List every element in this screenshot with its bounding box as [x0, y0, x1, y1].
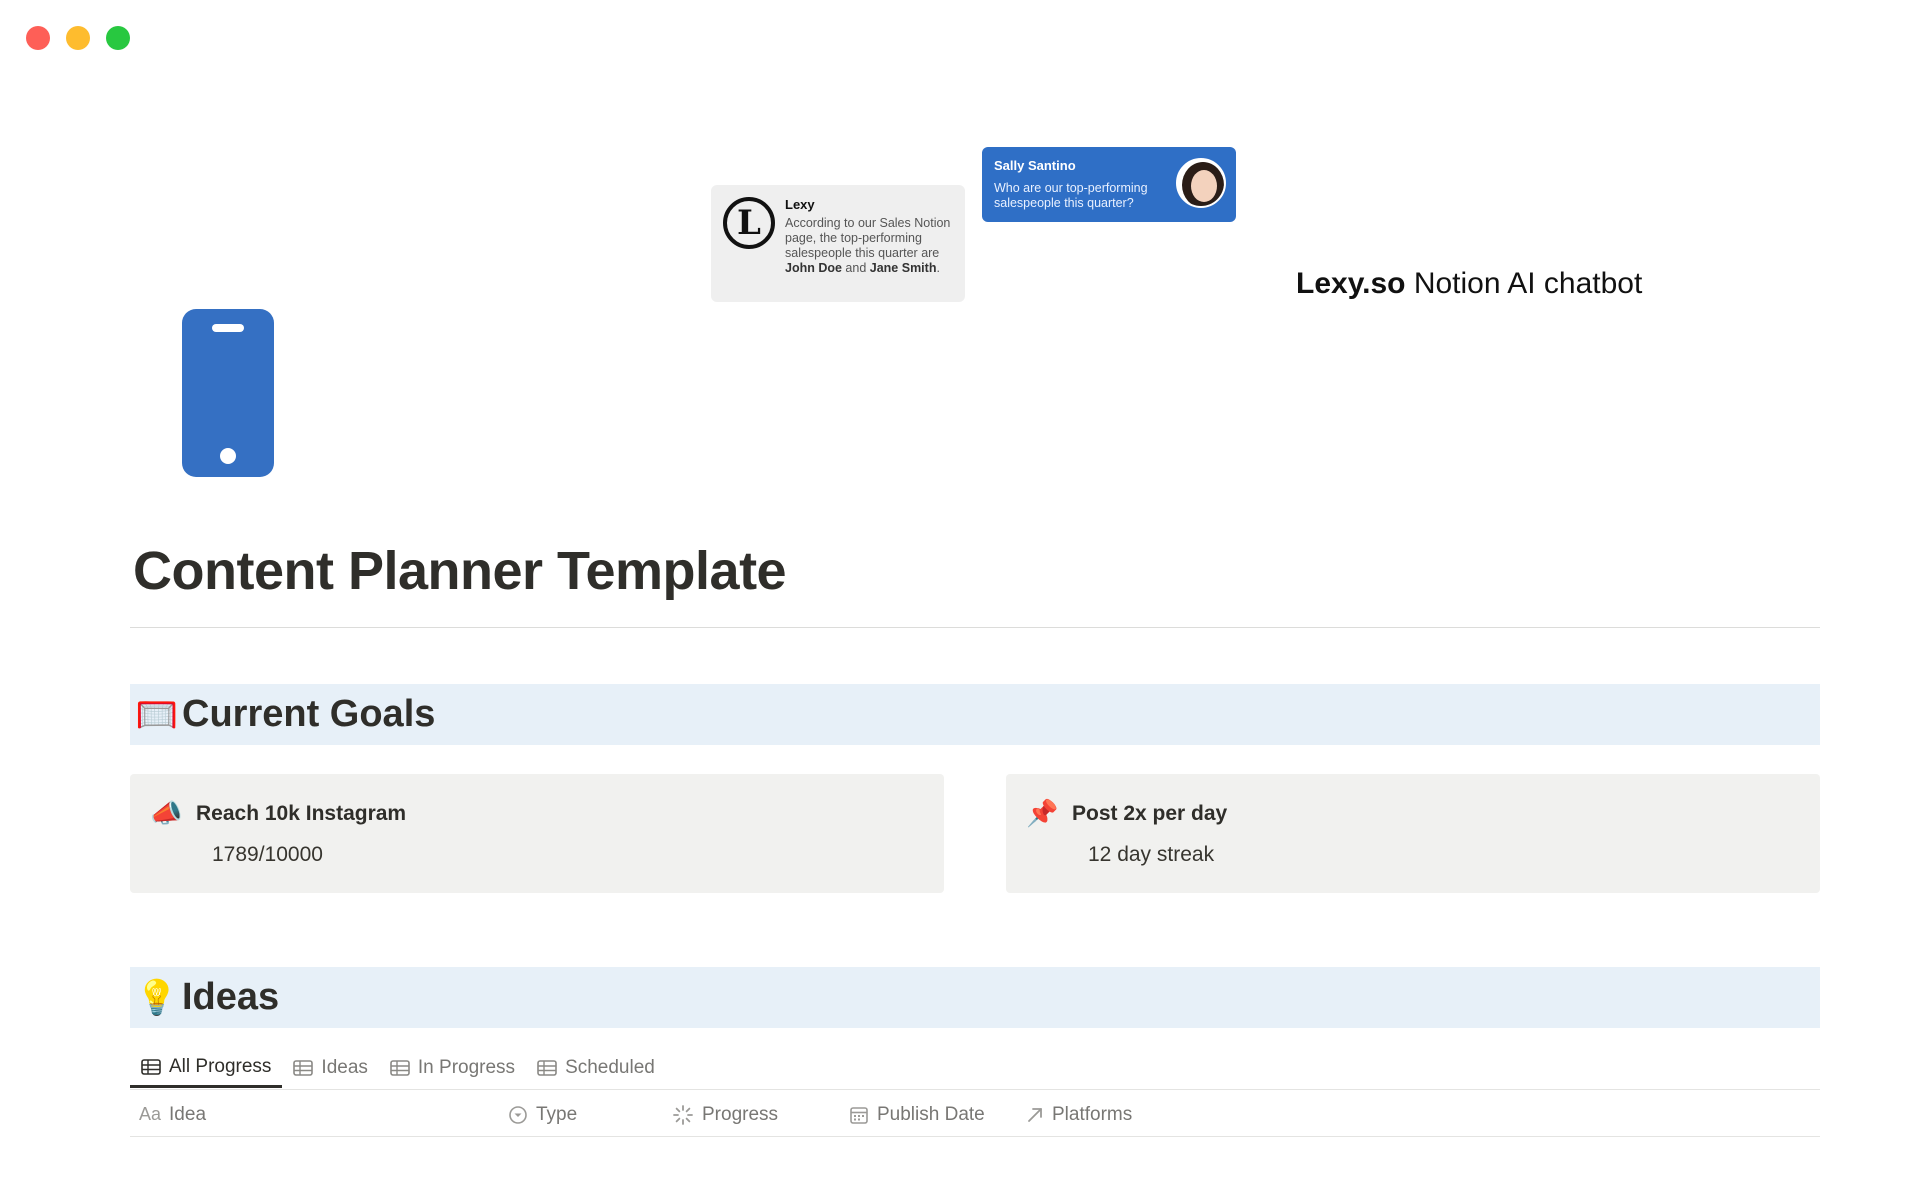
goal-value: 12 day streak: [1088, 843, 1215, 866]
tab-label: In Progress: [417, 1057, 516, 1078]
calendar-icon: [850, 1106, 868, 1124]
cover-caption-text: Notion AI chatbot: [1405, 267, 1643, 300]
lexy-message-text: According to our Sales Notion page, the …: [785, 216, 951, 260]
divider: [130, 1089, 1820, 1090]
cover-image: L Lexy According to our Sales Notion pag…: [0, 0, 1920, 310]
avatar: [1176, 158, 1226, 208]
table-icon: [141, 1058, 161, 1075]
divider: [130, 1136, 1820, 1137]
column-label: Platforms: [1052, 1103, 1133, 1125]
table-icon: [390, 1060, 410, 1076]
column-label: Progress: [702, 1103, 779, 1125]
goal-net-icon: 🥅: [135, 695, 179, 734]
text-property-icon: Aa: [139, 1104, 162, 1124]
tab-in-progress[interactable]: In Progress: [379, 1048, 526, 1088]
table-icon: [537, 1060, 557, 1076]
column-label: Idea: [169, 1103, 207, 1125]
lightbulb-icon: 💡: [135, 978, 179, 1017]
column-header-progress[interactable]: Progress: [672, 1104, 778, 1126]
select-icon: [509, 1105, 527, 1124]
mobile-phone-icon[interactable]: [182, 309, 274, 477]
lexy-message: Lexy According to our Sales Notion page,…: [785, 197, 953, 292]
page-title[interactable]: Content Planner Template: [133, 540, 787, 602]
lexy-name: Lexy: [785, 197, 815, 212]
pushpin-icon: 📌: [1026, 798, 1059, 828]
current-goals-heading-label: Current Goals: [182, 693, 436, 735]
tab-scheduled[interactable]: Scheduled: [526, 1048, 666, 1088]
tab-label: All Progress: [169, 1055, 272, 1077]
cover-caption: Lexy.so Notion AI chatbot: [1296, 267, 1642, 301]
table-header: Aa Idea Type Progress Publish Date Platf…: [130, 1092, 1820, 1137]
status-icon: [673, 1104, 693, 1125]
lexy-person-2: Jane Smith: [869, 261, 937, 275]
sally-message: Who are our top-performing salespeople t…: [994, 181, 1148, 210]
lexy-chat-bubble: L Lexy According to our Sales Notion pag…: [711, 185, 965, 302]
relation-arrow-icon: [1028, 1107, 1042, 1122]
database-view-tabs: All Progress Ideas In Progress Scheduled: [130, 1048, 1820, 1090]
goal-card-instagram[interactable]: 📣 Reach 10k Instagram 1789/10000: [130, 774, 944, 893]
tab-ideas[interactable]: Ideas: [282, 1048, 378, 1088]
cover-caption-brand: Lexy.so: [1296, 267, 1406, 300]
tab-label: Scheduled: [565, 1057, 655, 1078]
column-header-publish-date[interactable]: Publish Date: [849, 1104, 985, 1126]
lexy-message-end: .: [936, 261, 940, 275]
notion-window: L Lexy According to our Sales Notion pag…: [0, 0, 1920, 1200]
divider: [130, 627, 1820, 628]
goal-value: 1789/10000: [212, 843, 323, 866]
goal-title: Reach 10k Instagram: [196, 801, 407, 825]
sally-chat-bubble: Sally Santino Who are our top-performing…: [982, 147, 1236, 222]
lexy-person-1: John Doe: [785, 261, 842, 275]
tab-all-progress[interactable]: All Progress: [130, 1048, 283, 1088]
megaphone-icon: 📣: [150, 798, 183, 828]
ideas-heading-label: Ideas: [182, 976, 280, 1018]
column-header-idea[interactable]: Aa Idea: [139, 1104, 206, 1126]
table-icon: [293, 1060, 314, 1076]
column-header-type[interactable]: Type: [508, 1104, 577, 1126]
current-goals-heading[interactable]: 🥅 Current Goals: [130, 684, 1820, 745]
column-label: Type: [536, 1103, 578, 1125]
lexy-logo-icon: L: [723, 197, 775, 249]
ideas-heading[interactable]: 💡 Ideas: [130, 967, 1820, 1028]
column-header-platforms[interactable]: Platforms: [1026, 1104, 1132, 1126]
lexy-message-joiner: and: [841, 261, 870, 275]
column-label: Publish Date: [877, 1103, 985, 1125]
goal-card-posting[interactable]: 📌 Post 2x per day 12 day streak: [1006, 774, 1820, 893]
tab-label: Ideas: [321, 1057, 368, 1078]
goal-title: Post 2x per day: [1072, 801, 1228, 825]
sally-name: Sally Santino: [994, 158, 1076, 173]
